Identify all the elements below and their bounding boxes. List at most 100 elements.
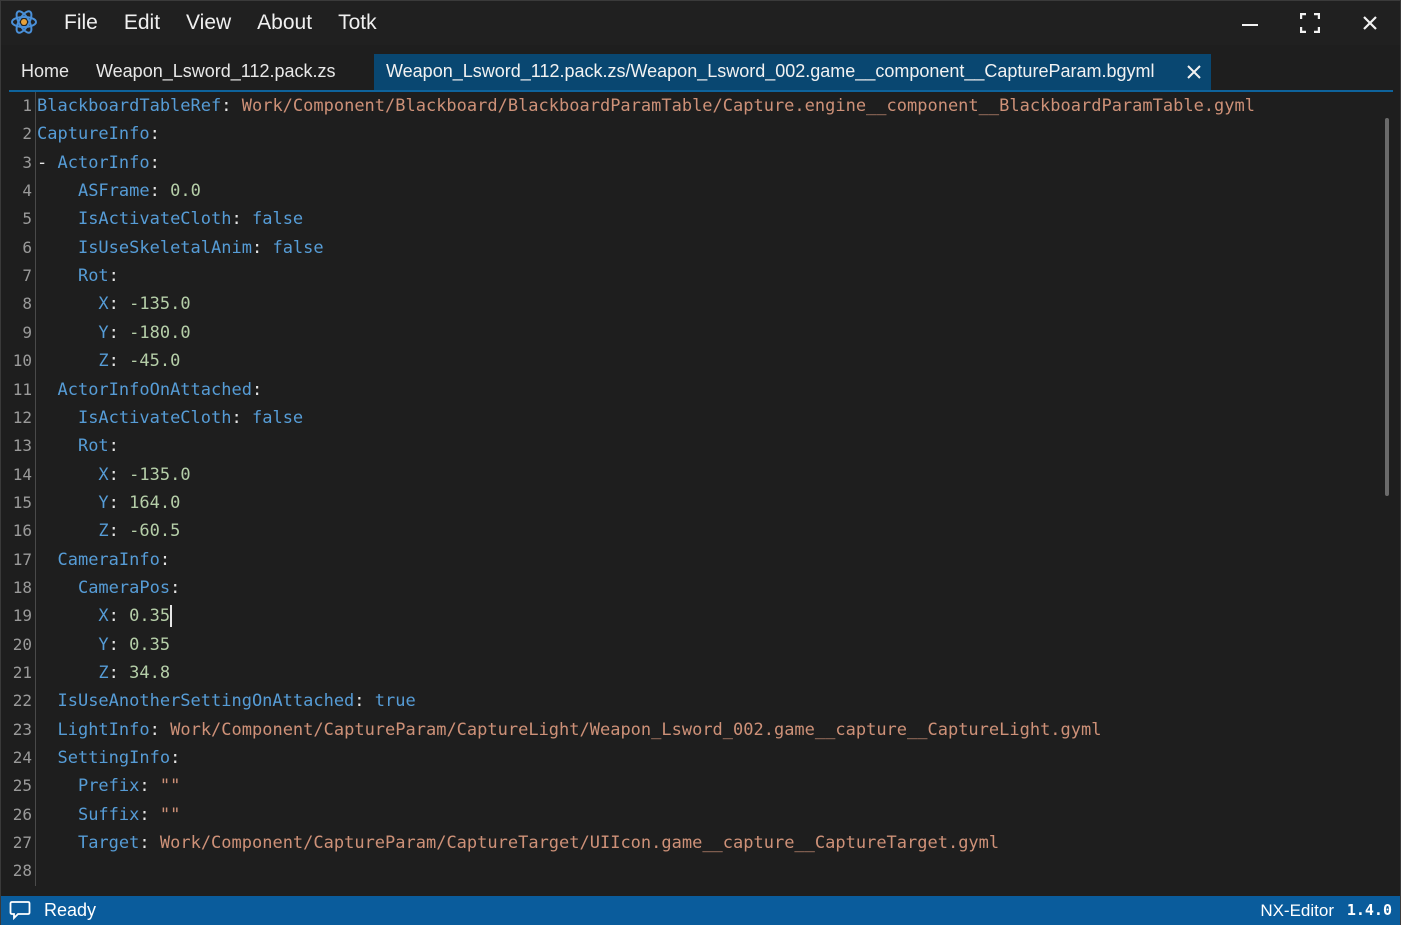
yaml-key: IsUseAnotherSettingOnAttached: [57, 691, 355, 712]
code-line: Target: Work/Component/CaptureParam/Capt…: [37, 829, 999, 857]
version-label: 1.4.0: [1346, 901, 1392, 919]
line-number: 17: [12, 549, 32, 569]
line-number: 8: [22, 294, 32, 314]
chat-bubble-icon: [9, 901, 31, 920]
tab-pack-file[interactable]: Weapon_Lsword_112.pack.zs: [96, 54, 335, 90]
yaml-key: Z: [98, 521, 109, 542]
maximize-icon: [1300, 13, 1320, 33]
yaml-value: -135.0: [129, 464, 191, 485]
yaml-key: Y: [98, 322, 109, 343]
colon: :: [108, 294, 119, 315]
yaml-key: ASFrame: [77, 181, 150, 202]
colon: :: [139, 804, 150, 825]
code-line: IsActivateCloth: false: [37, 205, 303, 233]
tab-active-file[interactable]: Weapon_Lsword_112.pack.zs/Weapon_Lsword_…: [374, 54, 1211, 90]
menu-about[interactable]: About: [244, 1, 325, 45]
line-number: 6: [22, 237, 32, 257]
yaml-value: -45.0: [129, 351, 181, 372]
colon: :: [149, 152, 160, 173]
yaml-value: false: [272, 237, 324, 258]
menu-file[interactable]: File: [51, 1, 111, 45]
yaml-key: ActorInfo: [57, 152, 150, 173]
vertical-scrollbar[interactable]: [1385, 118, 1389, 496]
colon: :: [108, 492, 119, 513]
yaml-key: IsActivateCloth: [77, 407, 232, 428]
indent: -: [37, 152, 58, 173]
yaml-key: Y: [98, 634, 109, 655]
tab-home[interactable]: Home: [21, 54, 69, 90]
line-number: 4: [22, 181, 32, 201]
line-number: 19: [12, 606, 32, 626]
tab-active-label: Weapon_Lsword_112.pack.zs/Weapon_Lsword_…: [386, 61, 1155, 81]
menu-totk[interactable]: Totk: [325, 1, 390, 45]
colon: :: [108, 351, 119, 372]
yaml-key: SettingInfo: [57, 748, 171, 769]
code-line: IsUseAnotherSettingOnAttached: true: [37, 687, 416, 715]
tab-close-icon[interactable]: [1185, 63, 1203, 81]
code-editor[interactable]: 1 2 3 4 5 6 7 8 9 10 11 12 13 14 15 16 17 18 19 20 21 22 23 24 2…: [9, 92, 1393, 886]
colon: :: [170, 577, 181, 598]
line-number: 26: [12, 804, 32, 824]
yaml-value: false: [251, 407, 304, 428]
colon: :: [139, 776, 150, 797]
code-line: IsActivateCloth: false: [37, 404, 303, 432]
yaml-key: CameraInfo: [57, 549, 160, 570]
yaml-key: X: [98, 464, 109, 485]
close-icon: [1363, 16, 1377, 30]
status-bar: Ready NX-Editor 1.4.0: [1, 896, 1400, 925]
code-area[interactable]: BlackboardTableRef: Work/Component/Black…: [37, 92, 1377, 886]
line-number: 5: [22, 209, 32, 229]
close-button[interactable]: [1340, 1, 1400, 45]
text-caret: [170, 605, 173, 628]
menu-view[interactable]: View: [173, 1, 244, 45]
line-number: 21: [12, 663, 32, 682]
code-line: ASFrame: 0.0: [37, 177, 201, 205]
line-number: 28: [12, 861, 32, 881]
code-line: CaptureInfo:: [37, 120, 160, 148]
status-text: Ready: [44, 900, 97, 920]
line-number: 15: [12, 492, 32, 512]
colon: :: [108, 521, 119, 542]
yaml-key: Rot: [77, 266, 109, 287]
minimize-button[interactable]: [1220, 1, 1280, 45]
yaml-value: 0.35: [129, 634, 171, 655]
yaml-value: true: [374, 691, 416, 712]
colon: :: [108, 266, 119, 287]
colon: :: [354, 691, 365, 712]
code-line: LightInfo: Work/Component/CaptureParam/C…: [37, 716, 1101, 744]
code-line: ActorInfoOnAttached:: [37, 376, 262, 404]
line-number: 27: [12, 833, 32, 853]
code-line: Rot:: [37, 432, 119, 460]
code-line: X: 0.35: [37, 602, 173, 630]
title-bar[interactable]: File Edit View About Totk: [1, 1, 1400, 45]
line-number: 22: [12, 691, 32, 711]
code-line: SettingInfo:: [37, 744, 180, 772]
tab-bar: Home Weapon_Lsword_112.pack.zs Weapon_Ls…: [1, 54, 1400, 90]
code-line: Z: 34.8: [37, 659, 170, 687]
yaml-key: X: [98, 294, 109, 315]
line-number: 13: [12, 436, 32, 456]
yaml-value: "": [159, 804, 181, 825]
line-number: 25: [12, 776, 32, 796]
yaml-value: Work/Component/CaptureParam/CaptureLight…: [170, 719, 1102, 740]
line-number: 16: [12, 521, 32, 541]
maximize-button[interactable]: [1280, 1, 1340, 45]
code-line: Prefix: "": [37, 772, 180, 800]
yaml-value: 164.0: [129, 492, 181, 513]
menu-edit[interactable]: Edit: [111, 1, 173, 45]
